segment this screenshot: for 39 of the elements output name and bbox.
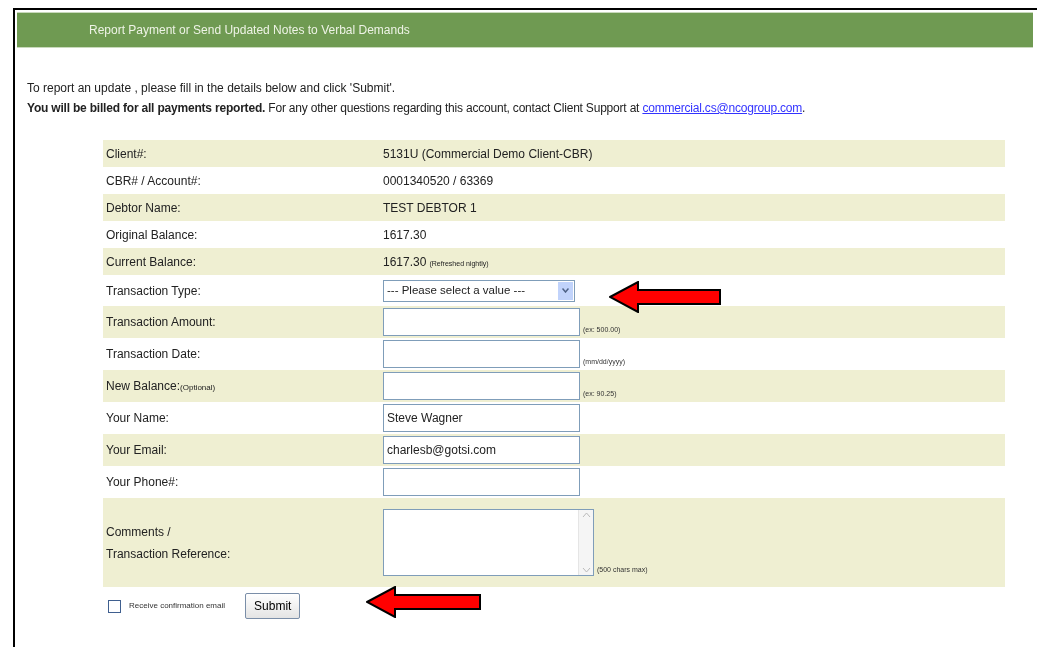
field-label: Original Balance:	[106, 226, 198, 244]
confirmation-checkbox[interactable]	[108, 599, 121, 613]
field-label: Current Balance:	[106, 253, 197, 271]
text-input-field[interactable]	[383, 372, 580, 400]
text-input-field[interactable]: Steve Wagner	[383, 404, 580, 432]
arrow-icon	[366, 586, 482, 618]
field-value: 5131U (Commercial Demo Client-CBR)	[383, 145, 593, 163]
field-label: Debtor Name:	[106, 199, 181, 217]
field-value: 1617.30	[383, 253, 427, 271]
field-label: Comments / Transaction Reference:	[106, 523, 232, 563]
optional-note: (Optional)	[180, 383, 216, 394]
field-label: CBR# / Account#:	[106, 172, 201, 190]
field-label: Your Email:	[106, 442, 167, 459]
field-value: 1617.30	[383, 226, 427, 244]
text-input-field[interactable]	[383, 308, 580, 336]
field-value: 0001340520 / 63369	[383, 172, 494, 190]
instruction-text: To report an update , please fill in the details below and click 'Submit'.	[27, 80, 397, 97]
text-input-field[interactable]	[383, 468, 580, 496]
field-value: TEST DEBTOR 1	[383, 199, 477, 217]
comments-textarea[interactable]	[383, 509, 594, 576]
submit-button[interactable]: Submit	[245, 593, 301, 619]
text-input-field[interactable]: charlesb@gotsi.com	[383, 436, 580, 464]
dropdown-caret-icon	[562, 288, 569, 293]
banner-title: Report Payment or Send Updated Notes to Verbal Demands	[89, 22, 410, 39]
scroll-up-icon[interactable]	[581, 512, 591, 518]
scrollbar[interactable]	[578, 510, 593, 575]
text-input-field[interactable]	[383, 340, 580, 368]
field-label: Transaction Type:	[106, 282, 201, 300]
field-label: Client#:	[106, 145, 147, 163]
checkbox-label: Receive confirmation email	[129, 600, 226, 612]
field-label: New Balance:	[106, 378, 181, 395]
billing-notice: You will be billed for all payments reported. For any other questions regarding this account, contact Client Support at commercial.cs@ncogroup.com.	[27, 100, 807, 117]
scroll-down-icon[interactable]	[581, 567, 591, 573]
field-label: Your Phone#:	[106, 474, 179, 491]
field-label: Your Name:	[106, 410, 169, 427]
field-label: Transaction Date:	[106, 346, 201, 363]
transaction-type-dropdown[interactable]: --- Please select a value ---	[383, 279, 575, 302]
arrow-icon	[609, 281, 722, 313]
field-label: Transaction Amount:	[106, 314, 216, 331]
